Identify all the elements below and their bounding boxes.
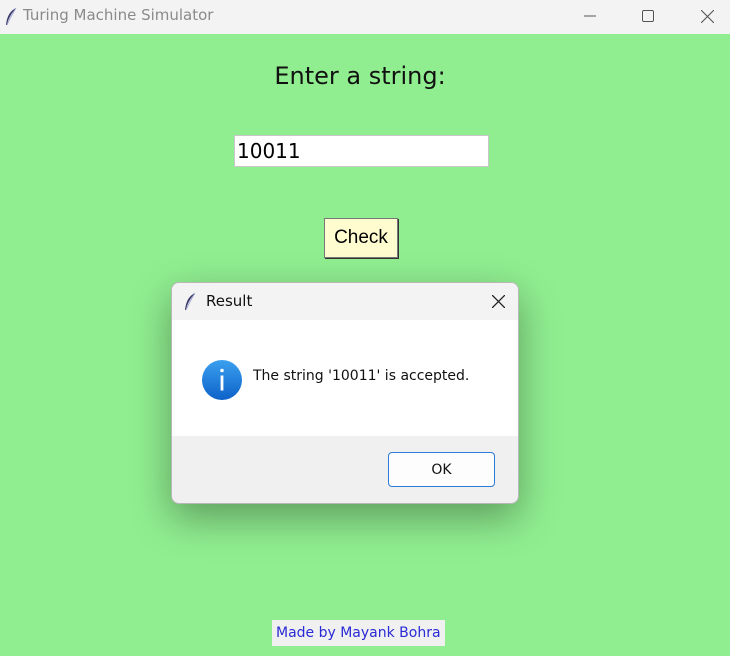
close-icon [491, 294, 505, 308]
result-dialog: Result The string '10011' is accepted. O… [171, 282, 519, 504]
dialog-title: Result [206, 292, 253, 310]
dialog-close-button[interactable] [486, 289, 510, 313]
info-icon [202, 360, 242, 400]
minimize-icon [584, 15, 596, 17]
maximize-button[interactable] [619, 0, 677, 32]
ok-button[interactable]: OK [388, 452, 495, 487]
window-titlebar: Turing Machine Simulator [0, 0, 730, 34]
dialog-titlebar: Result [172, 283, 518, 320]
feather-icon [185, 292, 196, 311]
prompt-label: Enter a string: [274, 62, 446, 90]
maximize-icon [642, 10, 654, 22]
string-input[interactable] [234, 135, 489, 167]
close-icon [700, 9, 714, 23]
minimize-button[interactable] [561, 0, 619, 32]
window-title: Turing Machine Simulator [23, 6, 214, 24]
check-button[interactable]: Check [324, 218, 398, 258]
dialog-message: The string '10011' is accepted. [253, 368, 470, 384]
feather-icon [6, 7, 17, 26]
close-button[interactable] [678, 0, 730, 32]
dialog-body: The string '10011' is accepted. [172, 320, 518, 436]
footer-credit: Made by Mayank Bohra [272, 620, 445, 646]
